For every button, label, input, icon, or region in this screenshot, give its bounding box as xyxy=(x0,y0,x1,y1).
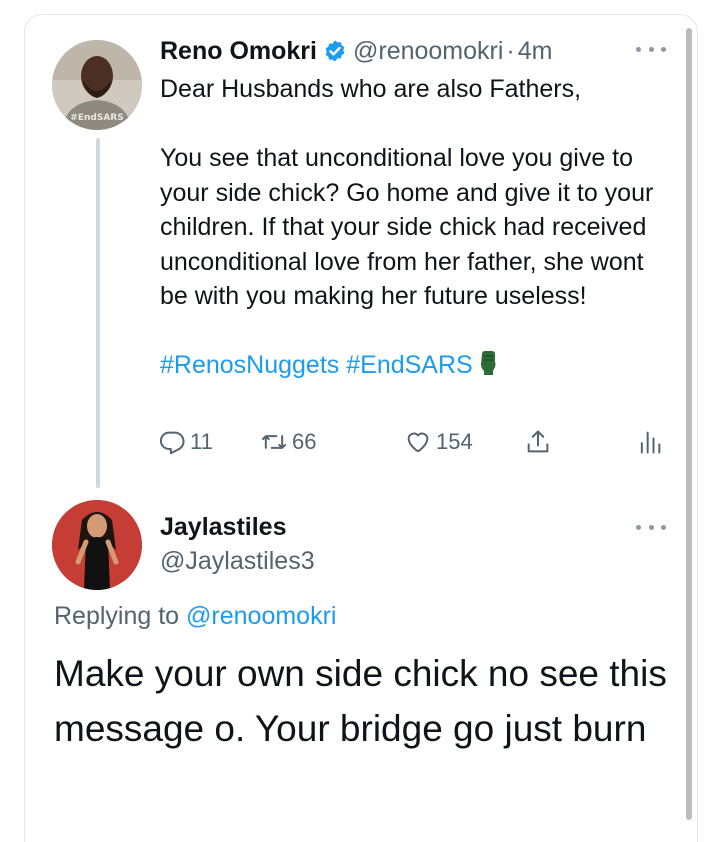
raised-fist-icon xyxy=(477,350,499,376)
reply-button[interactable]: 11 xyxy=(158,424,213,460)
retweet-icon xyxy=(261,435,287,449)
thread-line xyxy=(96,138,100,488)
reply-icon xyxy=(160,431,185,455)
retweet-count: 66 xyxy=(292,429,317,454)
more-options-icon[interactable] xyxy=(636,44,666,54)
author-display-name[interactable]: Reno Omokri xyxy=(160,37,317,66)
share-button[interactable] xyxy=(524,424,552,460)
analytics-button[interactable] xyxy=(636,424,664,460)
tweet-paragraph: You see that unconditional love you give… xyxy=(160,144,654,310)
more-options-icon[interactable] xyxy=(636,522,666,532)
replying-to-mention[interactable]: @renoomokri xyxy=(186,602,336,630)
heart-icon xyxy=(407,432,429,453)
retweet-button[interactable]: 66 xyxy=(260,424,316,460)
tweet-action-bar: 11 66 154 xyxy=(158,424,678,460)
like-count: 154 xyxy=(436,429,473,454)
avatar-image xyxy=(52,500,142,590)
reply-author-handle[interactable]: @Jaylastiles3 xyxy=(160,547,315,576)
share-icon xyxy=(527,430,549,453)
author-handle[interactable]: @renoomokri xyxy=(353,37,503,66)
verified-badge-icon xyxy=(323,39,347,63)
avatar-shirt-text: #EndSARS xyxy=(70,113,123,123)
hashtag-link[interactable]: #EndSARS xyxy=(346,351,472,379)
reply-text: Make your own side chick no see this mes… xyxy=(54,653,667,749)
tweet-hashtags: #RenosNuggets #EndSARS xyxy=(160,348,670,383)
reply-author-display-name[interactable]: Jaylastiles xyxy=(160,513,287,542)
replying-to-label: Replying to xyxy=(54,602,180,630)
avatar-image: #EndSARS xyxy=(52,40,142,130)
tweet-timestamp[interactable]: 4m xyxy=(518,37,553,66)
reply-author-avatar[interactable] xyxy=(52,500,142,590)
tweet-header: Reno Omokri @renoomokri · 4m xyxy=(160,34,552,68)
tweet-text: Dear Husbands who are also Fathers, You … xyxy=(160,72,670,383)
tweet-greeting: Dear Husbands who are also Fathers, xyxy=(160,75,582,103)
dot-separator: · xyxy=(506,36,515,65)
reply-count: 11 xyxy=(190,429,213,454)
hashtag-link[interactable]: #RenosNuggets xyxy=(160,351,339,379)
scrollbar[interactable] xyxy=(686,28,692,820)
like-button[interactable]: 154 xyxy=(404,424,473,460)
author-avatar[interactable]: #EndSARS xyxy=(52,40,142,130)
replying-to-line: Replying to @renoomokri xyxy=(54,602,336,631)
analytics-icon xyxy=(640,431,661,454)
